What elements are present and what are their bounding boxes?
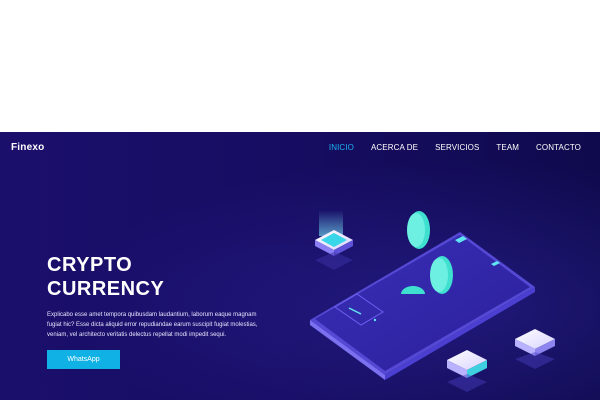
headline-line-2: CURRENCY (47, 278, 165, 300)
description-line: Explicabo esse amet tempora quibusdam la… (47, 312, 257, 318)
hero-headline: CRYPTO CURRENCY (47, 253, 292, 301)
phone-illustration (310, 232, 535, 380)
headline-line-1: CRYPTO (47, 254, 133, 276)
main-nav: INICIO ACERCA DE SERVICIOS TEAM CONTACTO (329, 143, 581, 152)
nav-item-acerca-de[interactable]: ACERCA DE (371, 143, 418, 152)
brand-logo[interactable]: Finexo (11, 142, 44, 153)
cube-icon (447, 350, 487, 392)
nav-item-servicios[interactable]: SERVICIOS (435, 143, 479, 152)
cube-icon (515, 329, 555, 369)
coin-icon (407, 211, 430, 249)
description-line: veniam, vel architecto veritatis delectu… (47, 332, 227, 338)
blank-area (0, 0, 600, 132)
crypto-phone-illustration (310, 210, 555, 392)
navbar: Finexo INICIO ACERCA DE SERVICIOS TEAM C… (0, 132, 600, 164)
nav-item-contacto[interactable]: CONTACTO (536, 143, 581, 152)
description-line: fugiat hic? Esse dicta aliquid error rep… (47, 322, 258, 328)
hero-section: Finexo INICIO ACERCA DE SERVICIOS TEAM C… (0, 132, 600, 400)
nav-item-inicio[interactable]: INICIO (329, 143, 354, 152)
whatsapp-button[interactable]: WhatsApp (47, 350, 120, 369)
nav-item-team[interactable]: TEAM (496, 143, 519, 152)
coin-icon (430, 256, 453, 294)
hero-text-block: CRYPTO CURRENCY Explicabo esse amet temp… (47, 253, 292, 340)
cube-icon (315, 210, 353, 270)
hero-description: Explicabo esse amet tempora quibusdam la… (47, 310, 292, 340)
